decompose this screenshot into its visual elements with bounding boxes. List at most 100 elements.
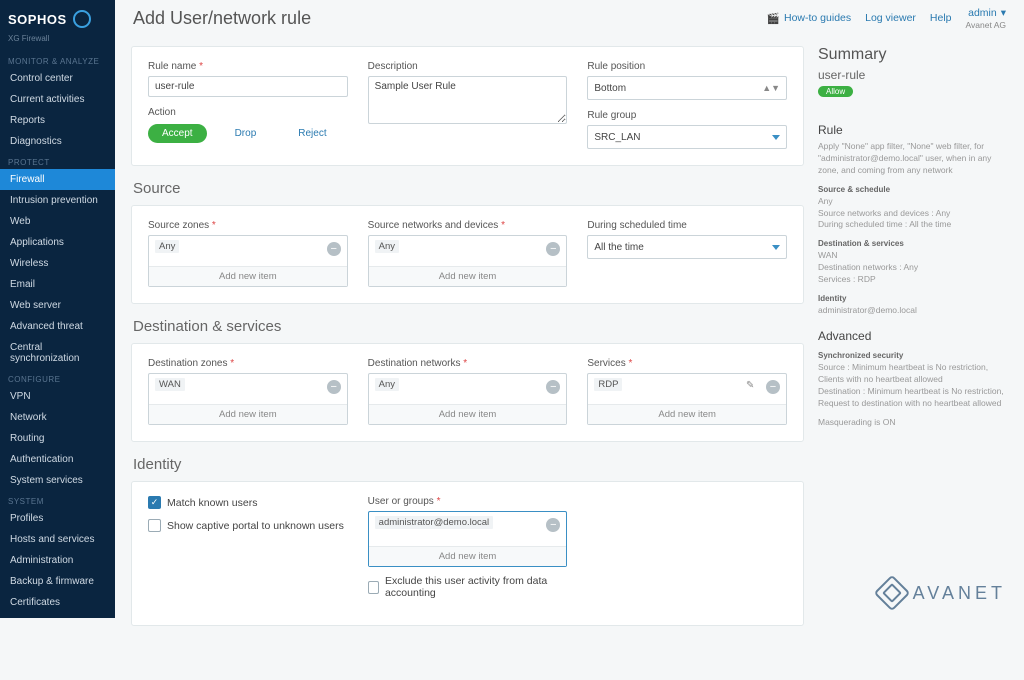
- position-select[interactable]: Bottom▲▼: [587, 76, 787, 100]
- nav-diagnostics[interactable]: Diagnostics: [0, 131, 115, 152]
- nav-authentication[interactable]: Authentication: [0, 449, 115, 470]
- dest-panel: Destination zones WAN− Add new item Dest…: [131, 343, 804, 442]
- action-drop[interactable]: Drop: [221, 124, 271, 143]
- remove-icon[interactable]: −: [327, 380, 341, 394]
- remove-icon[interactable]: −: [546, 380, 560, 394]
- rule-basics-panel: Rule name Action Accept Drop Reject Desc…: [131, 46, 804, 166]
- chevron-down-icon: ▾: [1001, 7, 1006, 19]
- remove-icon[interactable]: −: [327, 242, 341, 256]
- source-heading: Source: [133, 180, 802, 197]
- add-dest-net[interactable]: Add new item: [369, 404, 567, 424]
- edit-icon[interactable]: ✎: [746, 380, 760, 394]
- top-links: 🎬How-to guides Log viewer Help admin ▾ A…: [767, 7, 1006, 30]
- watermark: AVANET: [879, 580, 1006, 606]
- source-zones-box[interactable]: Any− Add new item: [148, 235, 348, 287]
- action-accept[interactable]: Accept: [148, 124, 207, 143]
- remove-icon[interactable]: −: [546, 518, 560, 532]
- nav-intrusion[interactable]: Intrusion prevention: [0, 190, 115, 211]
- nav-header-system: SYSTEM: [0, 491, 115, 508]
- brand-name: SOPHOS: [8, 12, 67, 27]
- nav-web-server[interactable]: Web server: [0, 295, 115, 316]
- nav-applications[interactable]: Applications: [0, 232, 115, 253]
- nav-web[interactable]: Web: [0, 211, 115, 232]
- nav-firewall[interactable]: Firewall: [0, 169, 115, 190]
- add-source-zone[interactable]: Add new item: [149, 266, 347, 286]
- position-label: Rule position: [587, 61, 787, 72]
- dest-zones-box[interactable]: WAN− Add new item: [148, 373, 348, 425]
- add-dest-zone[interactable]: Add new item: [149, 404, 347, 424]
- source-net-label: Source networks and devices: [368, 220, 568, 231]
- group-label: Rule group: [587, 110, 787, 121]
- schedule-select[interactable]: All the time: [587, 235, 787, 259]
- source-zones-label: Source zones: [148, 220, 348, 231]
- brand-product: XG Firewall: [0, 34, 115, 51]
- action-reject[interactable]: Reject: [284, 124, 340, 143]
- nav-hosts-services[interactable]: Hosts and services: [0, 529, 115, 550]
- add-source-net[interactable]: Add new item: [369, 266, 567, 286]
- schedule-label: During scheduled time: [587, 220, 787, 231]
- tenant-label: Avanet AG: [966, 20, 1006, 30]
- chevron-down-icon: [772, 245, 780, 250]
- nav-reports[interactable]: Reports: [0, 110, 115, 131]
- remove-icon[interactable]: −: [766, 380, 780, 394]
- users-label: User or groups: [368, 496, 568, 507]
- nav-certificates[interactable]: Certificates: [0, 592, 115, 613]
- brand-icon: [73, 10, 91, 28]
- avanet-icon: [873, 575, 910, 612]
- summary-rule-h: Rule: [818, 123, 1008, 137]
- nav-control-center[interactable]: Control center: [0, 68, 115, 89]
- nav-system-services[interactable]: System services: [0, 470, 115, 491]
- nav-central-sync[interactable]: Central synchronization: [0, 337, 115, 369]
- nav-routing[interactable]: Routing: [0, 428, 115, 449]
- action-label: Action: [148, 107, 348, 118]
- add-user[interactable]: Add new item: [369, 546, 567, 566]
- admin-menu[interactable]: admin ▾: [968, 7, 1006, 19]
- summary-heading: Summary: [818, 46, 1008, 64]
- services-box[interactable]: RDP✎− Add new item: [587, 373, 787, 425]
- nav-header-protect: PROTECT: [0, 152, 115, 169]
- nav-header-monitor: MONITOR & ANALYZE: [0, 51, 115, 68]
- source-net-box[interactable]: Any− Add new item: [368, 235, 568, 287]
- sidebar: SOPHOS XG Firewall MONITOR & ANALYZE Con…: [0, 0, 115, 618]
- nav-administration[interactable]: Administration: [0, 550, 115, 571]
- match-known-checkbox[interactable]: ✓: [148, 496, 161, 509]
- summary-adv-h: Advanced: [818, 329, 1008, 343]
- dest-net-label: Destination networks: [368, 358, 568, 369]
- remove-icon[interactable]: −: [546, 242, 560, 256]
- nav-backup-firmware[interactable]: Backup & firmware: [0, 571, 115, 592]
- rule-name-label: Rule name: [148, 61, 348, 72]
- nav-network[interactable]: Network: [0, 407, 115, 428]
- add-service[interactable]: Add new item: [588, 404, 786, 424]
- page-title: Add User/network rule: [133, 8, 311, 29]
- help-link[interactable]: Help: [930, 12, 952, 24]
- chevron-down-icon: [772, 135, 780, 140]
- logo: SOPHOS: [0, 0, 115, 34]
- summary-panel: Summary user-rule Allow Rule Apply "None…: [818, 46, 1008, 429]
- dest-zones-label: Destination zones: [148, 358, 348, 369]
- identity-panel: ✓Match known users Show captive portal t…: [131, 481, 804, 626]
- nav-current-activities[interactable]: Current activities: [0, 89, 115, 110]
- description-input[interactable]: [368, 76, 568, 124]
- summary-rule-name: user-rule: [818, 68, 1008, 82]
- summary-action-pill: Allow: [818, 86, 853, 97]
- source-panel: Source zones Any− Add new item Source ne…: [131, 205, 804, 304]
- nav-header-configure: CONFIGURE: [0, 369, 115, 386]
- howto-link[interactable]: 🎬How-to guides: [767, 12, 851, 25]
- rule-name-input[interactable]: [148, 76, 348, 97]
- captive-checkbox[interactable]: [148, 519, 161, 532]
- dest-net-box[interactable]: Any− Add new item: [368, 373, 568, 425]
- identity-heading: Identity: [133, 456, 802, 473]
- nav-advanced-threat[interactable]: Advanced threat: [0, 316, 115, 337]
- exclude-checkbox[interactable]: [368, 581, 379, 594]
- nav-profiles[interactable]: Profiles: [0, 508, 115, 529]
- services-label: Services: [587, 358, 787, 369]
- log-viewer-link[interactable]: Log viewer: [865, 12, 916, 24]
- description-label: Description: [368, 61, 568, 72]
- nav-wireless[interactable]: Wireless: [0, 253, 115, 274]
- video-icon: 🎬: [767, 12, 780, 25]
- dest-heading: Destination & services: [133, 318, 802, 335]
- nav-vpn[interactable]: VPN: [0, 386, 115, 407]
- group-select[interactable]: SRC_LAN: [587, 125, 787, 149]
- users-box[interactable]: administrator@demo.local− Add new item: [368, 511, 568, 567]
- nav-email[interactable]: Email: [0, 274, 115, 295]
